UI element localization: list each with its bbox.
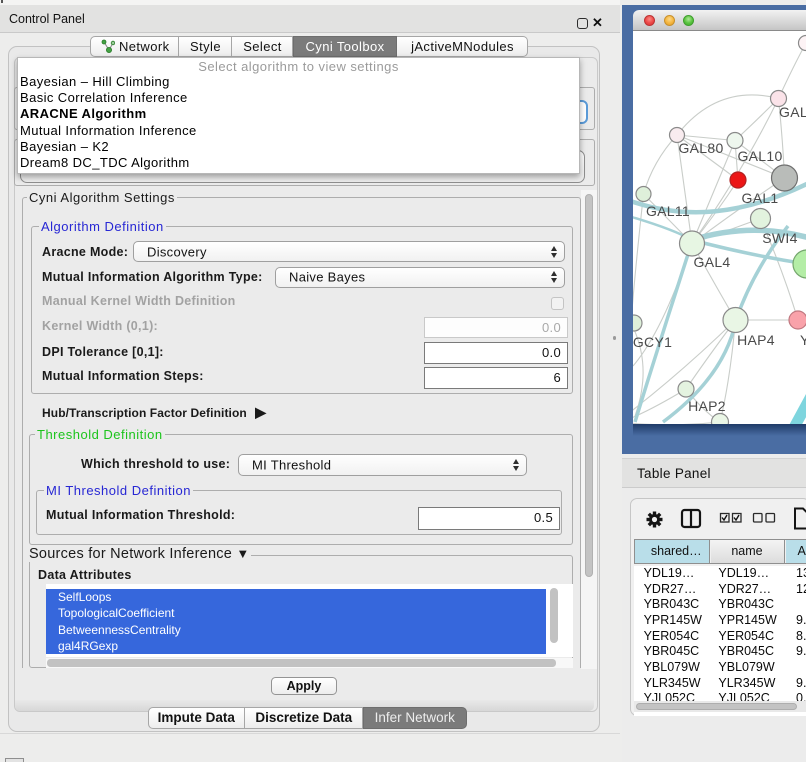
svg-text:HAP2: HAP2 [688,398,726,414]
svg-text:Y: Y [800,332,806,348]
svg-text:GAL1: GAL1 [742,190,779,206]
svg-text:GAL10: GAL10 [737,148,782,164]
svg-text:HAP4: HAP4 [737,332,775,348]
svg-text:GAL7: GAL7 [779,104,806,120]
svg-text:GCY1: GCY1 [633,334,672,350]
svg-text:GAL11: GAL11 [646,203,690,219]
svg-text:SWI4: SWI4 [762,230,797,246]
svg-text:GAL4: GAL4 [694,254,731,270]
svg-text:GAL80: GAL80 [678,140,723,156]
